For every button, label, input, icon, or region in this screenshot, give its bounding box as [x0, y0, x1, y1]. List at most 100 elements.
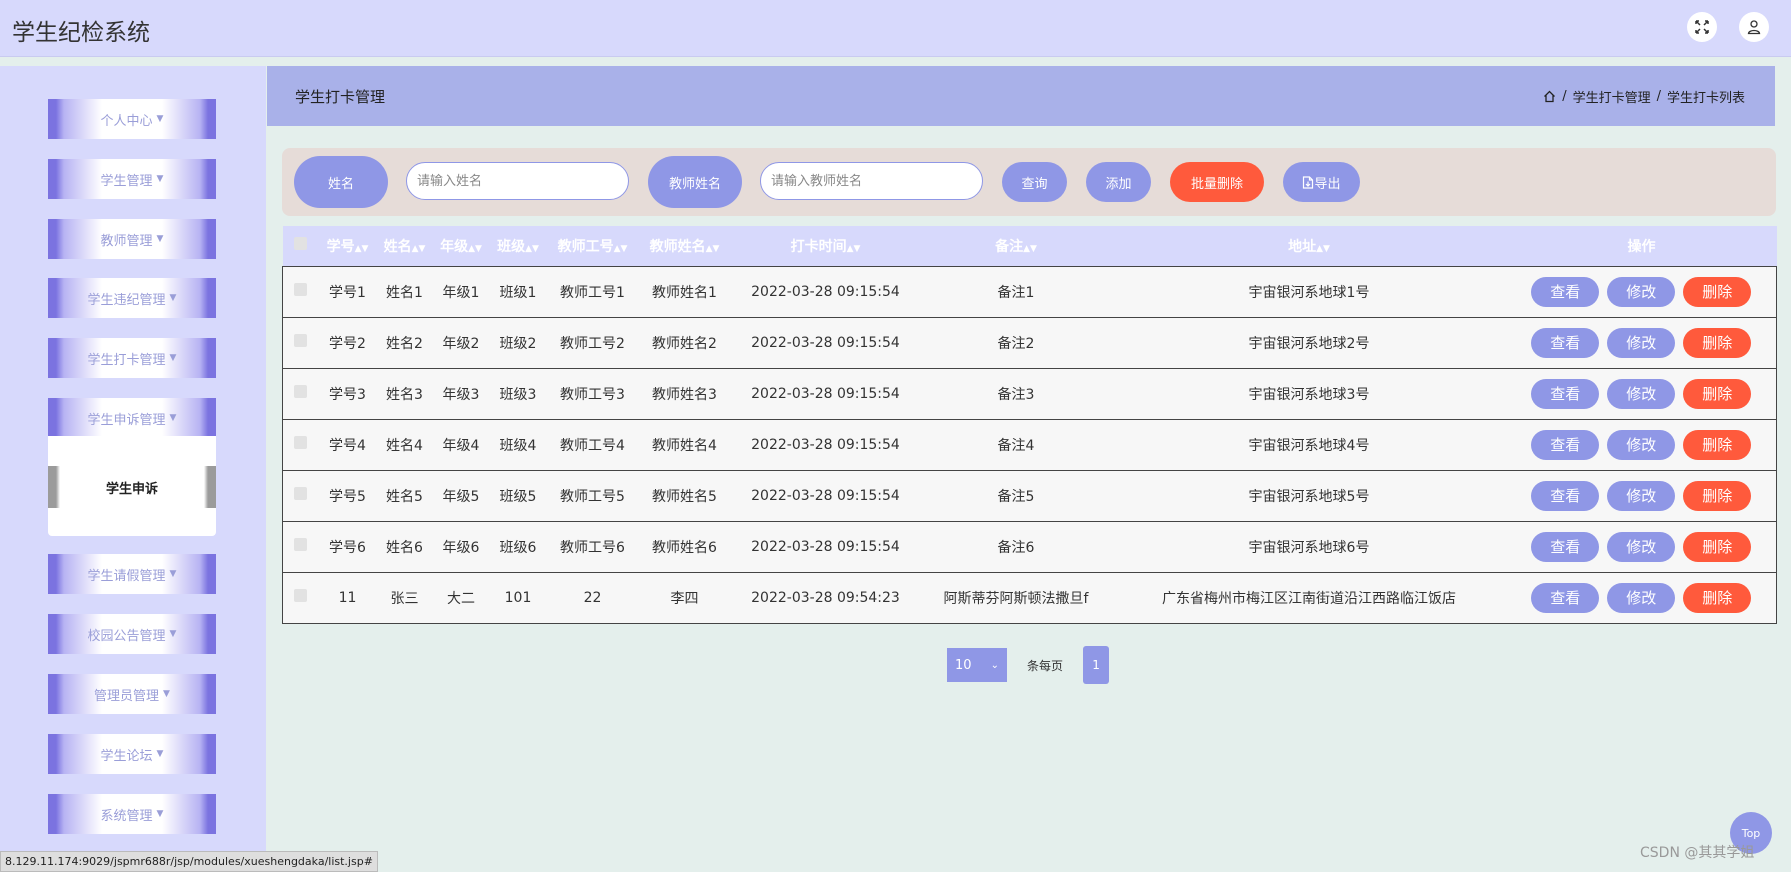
sidebar-item-checkin-management[interactable]: 学生打卡管理 ▼ [48, 338, 216, 378]
column-header[interactable]: 年级▲▼ [433, 226, 490, 266]
table-cell: 备注5 [997, 488, 1035, 505]
view-button[interactable]: 查看 [1531, 582, 1600, 613]
delete-button[interactable]: 删除 [1683, 531, 1752, 562]
sidebar-item-appeal-management[interactable]: 学生申诉管理 ▼ [48, 398, 216, 438]
edit-button[interactable]: 修改 [1607, 327, 1676, 358]
table-cell: 年级3 [442, 386, 480, 403]
column-header[interactable]: 学号▲▼ [319, 226, 377, 266]
table-cell: 宇宙银河系地球1号 [1248, 284, 1370, 301]
checkin-table: 学号▲▼ 姓名▲▼ 年级▲▼ 班级▲▼ 教师工号▲▼ 教师姓名▲▼ 打卡时间▲▼… [282, 226, 1777, 624]
select-all-checkbox[interactable] [294, 237, 307, 251]
name-search-input[interactable] [406, 162, 629, 200]
user-icon[interactable] [1739, 12, 1769, 42]
page-size-select[interactable]: 10 ⌄ [947, 648, 1007, 682]
delete-button[interactable]: 删除 [1683, 480, 1752, 511]
table-cell: 年级2 [442, 335, 480, 352]
delete-button[interactable]: 删除 [1683, 327, 1752, 358]
table-cell: 年级5 [442, 488, 480, 505]
table-cell: 年级1 [442, 284, 480, 301]
row-select-cell [283, 470, 319, 521]
teacher-name-label: 教师姓名 [648, 156, 742, 208]
table-cell: 教师姓名1 [652, 284, 717, 301]
sidebar-item-leave-management[interactable]: 学生请假管理 ▼ [48, 554, 216, 594]
delete-button[interactable]: 删除 [1683, 276, 1752, 307]
sidebar-item-label: 系统管理 [100, 808, 153, 824]
table-cell: 班级6 [499, 539, 537, 556]
home-icon[interactable] [1543, 90, 1556, 103]
row-actions: 查看 修改 删除 [1507, 368, 1777, 419]
column-header[interactable]: 备注▲▼ [921, 226, 1112, 266]
edit-button[interactable]: 修改 [1607, 582, 1676, 613]
row-checkbox[interactable] [294, 334, 308, 347]
column-header[interactable]: 打卡时间▲▼ [731, 226, 921, 266]
edit-button[interactable]: 修改 [1607, 276, 1676, 307]
sidebar-item-label: 学生管理 [100, 173, 153, 189]
view-button[interactable]: 查看 [1531, 531, 1600, 562]
sidebar-item-student-management[interactable]: 学生管理 ▼ [48, 159, 216, 199]
view-button[interactable]: 查看 [1531, 429, 1600, 460]
view-button[interactable]: 查看 [1531, 276, 1600, 307]
sidebar-item-personal-center[interactable]: 个人中心 ▼ [48, 99, 216, 139]
sidebar-item-teacher-management[interactable]: 教师管理 ▼ [48, 219, 216, 259]
row-checkbox[interactable] [294, 436, 308, 449]
column-header[interactable]: 教师工号▲▼ [547, 226, 639, 266]
sidebar-item-label: 学生论坛 [100, 748, 153, 764]
view-button[interactable]: 查看 [1531, 480, 1600, 511]
table-header-row: 学号▲▼ 姓名▲▼ 年级▲▼ 班级▲▼ 教师工号▲▼ 教师姓名▲▼ 打卡时间▲▼… [282, 226, 1777, 266]
caret-down-icon: ▼ [156, 114, 164, 124]
column-header[interactable]: 班级▲▼ [490, 226, 547, 266]
table-cell: 班级4 [499, 437, 537, 454]
sidebar-item-forum[interactable]: 学生论坛 ▼ [48, 734, 216, 774]
query-button[interactable]: 查询 [1002, 162, 1067, 202]
row-checkbox[interactable] [294, 538, 308, 551]
caret-down-icon: ▼ [156, 174, 164, 184]
caret-down-icon: ▼ [169, 629, 177, 639]
sidebar-item-violation-management[interactable]: 学生违纪管理 ▼ [48, 278, 216, 318]
table-cell: 姓名4 [386, 437, 423, 454]
batch-delete-button[interactable]: 批量删除 [1170, 162, 1264, 202]
fullscreen-icon[interactable] [1687, 12, 1717, 42]
row-actions: 查看 修改 删除 [1507, 521, 1777, 572]
table-cell: 年级4 [442, 437, 480, 454]
sort-icon: ▲▼ [705, 243, 720, 254]
delete-button[interactable]: 删除 [1683, 378, 1752, 409]
column-header[interactable]: 教师姓名▲▼ [639, 226, 731, 266]
caret-down-icon: ▼ [156, 809, 164, 819]
watermark: CSDN @其其学姐 [1640, 845, 1755, 861]
row-select-cell [283, 521, 319, 572]
view-button[interactable]: 查看 [1531, 378, 1600, 409]
teacher-name-search-input[interactable] [760, 162, 983, 200]
row-checkbox[interactable] [294, 385, 308, 398]
table-cell: 学号3 [329, 386, 366, 403]
delete-button[interactable]: 删除 [1683, 582, 1752, 613]
export-button[interactable]: 导出 [1283, 162, 1360, 202]
row-checkbox[interactable] [294, 487, 308, 500]
column-header[interactable]: 地址▲▼ [1112, 226, 1507, 266]
add-button[interactable]: 添加 [1086, 162, 1151, 202]
breadcrumb-item[interactable]: 学生打卡管理 [1573, 87, 1651, 106]
column-header-actions: 操作 [1627, 238, 1656, 255]
table-cell: 宇宙银河系地球3号 [1248, 386, 1370, 403]
view-button[interactable]: 查看 [1531, 327, 1600, 358]
edit-button[interactable]: 修改 [1607, 480, 1676, 511]
sidebar-item-admin-management[interactable]: 管理员管理 ▼ [48, 674, 216, 714]
table-row: 11 张三 大二 101 22 李四 2022-03-28 09:54:23 阿斯蒂芬阿斯顿法… [282, 572, 1777, 623]
edit-button[interactable]: 修改 [1607, 531, 1676, 562]
table-cell: 备注1 [997, 284, 1035, 301]
submenu-item-label: 学生申诉 [105, 481, 158, 497]
sidebar-item-label: 学生违纪管理 [87, 292, 166, 308]
edit-button[interactable]: 修改 [1607, 429, 1676, 460]
sidebar-subitem-student-appeal[interactable]: 学生申诉 [48, 466, 216, 508]
edit-button[interactable]: 修改 [1607, 378, 1676, 409]
page-header: 学生打卡管理 / 学生打卡管理 / 学生打卡列表 [267, 66, 1775, 126]
table-cell: 备注3 [997, 386, 1035, 403]
sidebar-item-label: 管理员管理 [94, 688, 160, 704]
sidebar-item-system-management[interactable]: 系统管理 ▼ [48, 794, 216, 834]
column-header[interactable]: 姓名▲▼ [377, 226, 433, 266]
row-checkbox[interactable] [294, 589, 308, 602]
delete-button[interactable]: 删除 [1683, 429, 1752, 460]
page-number-button[interactable]: 1 [1083, 646, 1110, 684]
sidebar-item-notice-management[interactable]: 校园公告管理 ▼ [48, 614, 216, 654]
row-checkbox[interactable] [294, 283, 308, 296]
app-title: 学生纪检系统 [12, 20, 150, 46]
